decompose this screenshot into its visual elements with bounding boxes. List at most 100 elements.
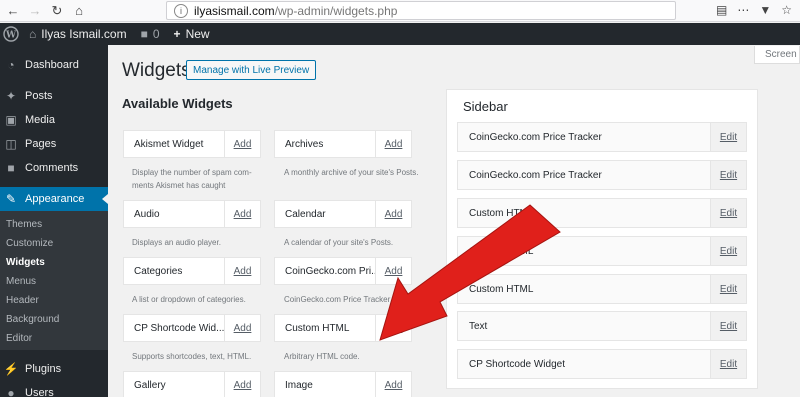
- media-icon: ▣: [5, 113, 17, 127]
- add-button[interactable]: Add: [375, 131, 411, 157]
- submenu-item-customize[interactable]: Customize: [0, 234, 108, 253]
- widget-title: CP Shortcode Wid...: [134, 322, 224, 334]
- url-host: ilyasismail.com: [194, 3, 275, 18]
- widget-title: CoinGecko.com Price Tracker: [469, 131, 602, 143]
- bookmark-star-icon[interactable]: ☆: [781, 3, 792, 17]
- back-icon[interactable]: ←: [4, 2, 22, 20]
- add-button[interactable]: Add: [375, 258, 411, 284]
- more-icon[interactable]: ⋯: [737, 3, 749, 17]
- add-button[interactable]: Add: [224, 258, 260, 284]
- widget-title: Akismet Widget: [134, 138, 204, 150]
- add-button[interactable]: Add: [224, 201, 260, 227]
- plug-icon: ⚡: [3, 362, 19, 376]
- widget-title: Custom HTML: [469, 245, 534, 257]
- comment-bubble-icon: ■: [7, 161, 15, 175]
- plus-icon: +: [173, 27, 181, 41]
- comments-link[interactable]: ■ 0: [141, 27, 160, 41]
- menu-item-appearance[interactable]: ✎ Appearance: [0, 187, 108, 211]
- add-button[interactable]: Add: [224, 372, 260, 397]
- menu-item-comments[interactable]: ■ Comments: [0, 156, 108, 180]
- comment-bubble-icon: ■: [140, 27, 148, 41]
- home-icon[interactable]: ⌂: [70, 2, 88, 20]
- reload-icon[interactable]: ↻: [48, 2, 66, 20]
- menu-item-users[interactable]: ● Users: [0, 381, 108, 397]
- sidebar-widget-area: Sidebar CoinGecko.com Price Tracker Edit…: [446, 89, 758, 389]
- sidebar-widget[interactable]: Custom HTML Edit: [457, 274, 747, 304]
- widget-title: Custom HTML: [285, 322, 350, 334]
- menu-item-dashboard[interactable]: ◔ Dashboard: [0, 53, 108, 77]
- widget-title: Text: [469, 320, 488, 332]
- widget-title: CoinGecko.com Pri...: [285, 265, 375, 277]
- widget-title: Gallery: [134, 379, 166, 391]
- forward-icon[interactable]: →: [26, 2, 44, 20]
- live-preview-button[interactable]: Manage with Live Preview: [186, 60, 317, 80]
- edit-button[interactable]: Edit: [710, 199, 746, 227]
- sidebar-widget[interactable]: Custom HTML Edit: [457, 198, 747, 228]
- wp-admin-bar: W ⌂ Ilyas Ismail.com ■ 0 + New: [0, 23, 800, 45]
- submenu-item-themes[interactable]: Themes: [0, 215, 108, 234]
- sidebar-widget[interactable]: CP Shortcode Widget Edit: [457, 349, 747, 379]
- submenu-item-editor[interactable]: Editor: [0, 329, 108, 348]
- info-icon[interactable]: i: [174, 3, 188, 18]
- widget-categories[interactable]: Categories Add: [123, 257, 261, 285]
- site-name-link[interactable]: ⌂ Ilyas Ismail.com: [29, 27, 127, 41]
- edit-button[interactable]: Edit: [710, 275, 746, 303]
- widget-cp-shortcode[interactable]: CP Shortcode Wid... Add: [123, 314, 261, 342]
- paintbrush-icon: ✎: [5, 192, 17, 206]
- pocket-icon[interactable]: ▼: [759, 3, 771, 17]
- widget-title: Custom HTML: [469, 283, 534, 295]
- submenu-item-background[interactable]: Background: [0, 310, 108, 329]
- wordpress-logo-icon[interactable]: W: [3, 26, 19, 42]
- reader-view-icon[interactable]: ▤: [716, 3, 727, 17]
- widget-title: Custom HTML: [469, 207, 534, 219]
- page-title: Widgets: [122, 60, 191, 81]
- add-button[interactable]: Add: [375, 201, 411, 227]
- add-button[interactable]: Add: [224, 315, 260, 341]
- add-button[interactable]: Add: [375, 315, 411, 341]
- menu-label: Posts: [25, 90, 53, 102]
- sidebar-widget[interactable]: CoinGecko.com Price Tracker Edit: [457, 160, 747, 190]
- edit-button[interactable]: Edit: [710, 161, 746, 189]
- url-path: /wp-admin/widgets.php: [274, 3, 398, 18]
- edit-button[interactable]: Edit: [710, 237, 746, 265]
- widget-description: Display the number of spam com-ments Aki…: [132, 168, 252, 190]
- sidebar-title: Sidebar: [463, 99, 508, 114]
- edit-button[interactable]: Edit: [710, 350, 746, 378]
- sidebar-widget[interactable]: CoinGecko.com Price Tracker Edit: [457, 122, 747, 152]
- submenu-item-widgets[interactable]: Widgets: [0, 253, 108, 272]
- widget-title: Archives: [285, 138, 324, 150]
- edit-button[interactable]: Edit: [710, 312, 746, 340]
- menu-item-plugins[interactable]: ⚡ Plugins: [0, 357, 108, 381]
- widget-akismet[interactable]: Akismet Widget Add: [123, 130, 261, 158]
- add-button[interactable]: Add: [375, 372, 411, 397]
- user-icon: ●: [7, 386, 15, 397]
- widget-coingecko[interactable]: CoinGecko.com Pri... Add: [274, 257, 412, 285]
- new-content-link[interactable]: + New: [174, 27, 210, 41]
- submenu-item-header[interactable]: Header: [0, 291, 108, 310]
- comments-count: 0: [152, 27, 160, 41]
- widget-image[interactable]: Image Add: [274, 371, 412, 397]
- admin-menu: ◔ Dashboard ✦ Posts ▣ Media ◫ Pages ■ Co…: [0, 45, 108, 397]
- url-bar[interactable]: i ilyasismail.com/wp-admin/widgets.php: [166, 1, 676, 20]
- pages-icon: ◫: [5, 137, 17, 151]
- menu-item-posts[interactable]: ✦ Posts: [0, 84, 108, 108]
- menu-label: Dashboard: [25, 59, 79, 71]
- menu-item-media[interactable]: ▣ Media: [0, 108, 108, 132]
- submenu-item-menus[interactable]: Menus: [0, 272, 108, 291]
- widget-title: CoinGecko.com Price Tracker: [469, 169, 602, 181]
- add-button[interactable]: Add: [224, 131, 260, 157]
- widget-description: CoinGecko.com Price Tracker: [284, 295, 391, 304]
- widget-description: A calendar of your site's Posts.: [284, 238, 394, 247]
- widget-archives[interactable]: Archives Add: [274, 130, 412, 158]
- menu-label: Comments: [25, 162, 79, 174]
- sidebar-widget[interactable]: Text Edit: [457, 311, 747, 341]
- widget-gallery[interactable]: Gallery Add: [123, 371, 261, 397]
- menu-item-pages[interactable]: ◫ Pages: [0, 132, 108, 156]
- widget-audio[interactable]: Audio Add: [123, 200, 261, 228]
- screen-options-tab[interactable]: Screen O: [754, 46, 800, 64]
- edit-button[interactable]: Edit: [710, 123, 746, 151]
- sidebar-widget[interactable]: Custom HTML Edit: [457, 236, 747, 266]
- widget-description: Displays an audio player.: [132, 238, 221, 247]
- widget-calendar[interactable]: Calendar Add: [274, 200, 412, 228]
- widget-custom-html[interactable]: Custom HTML Add: [274, 314, 412, 342]
